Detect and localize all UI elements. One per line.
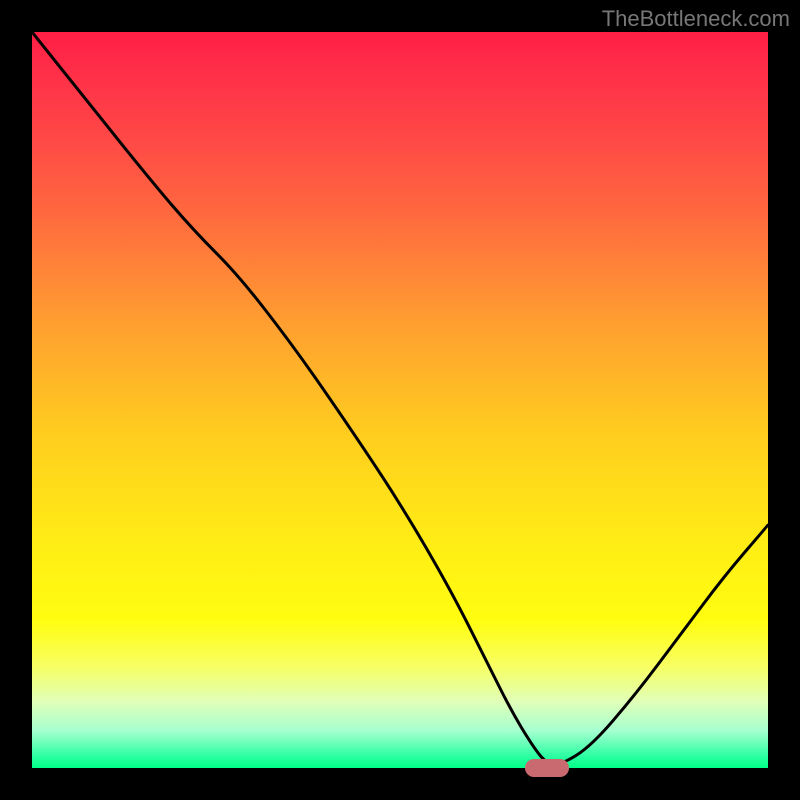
bottleneck-curve-path	[32, 32, 768, 764]
optimal-point-marker	[525, 759, 569, 777]
chart-plot-area	[32, 32, 768, 768]
watermark-text: TheBottleneck.com	[602, 6, 790, 32]
chart-line-svg	[32, 32, 768, 768]
